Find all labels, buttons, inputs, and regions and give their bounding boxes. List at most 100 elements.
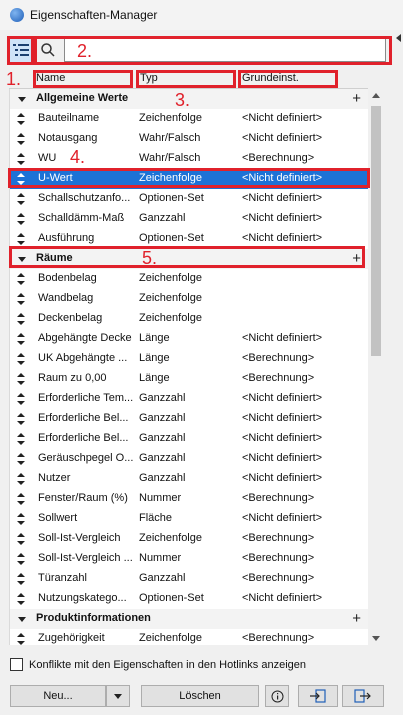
property-row[interactable]: Nutzer Ganzzahl <Nicht definiert>	[10, 469, 368, 489]
collapse-panel-arrow-icon[interactable]	[396, 34, 401, 42]
property-type: Länge	[139, 372, 170, 384]
sort-handle-icon[interactable]	[17, 413, 25, 425]
property-row[interactable]: Wandbelag Zeichenfolge	[10, 289, 368, 309]
group-header[interactable]: Produktinformationen +	[10, 609, 368, 629]
property-name: Schalldämm-Maß	[38, 212, 125, 224]
sort-handle-icon[interactable]	[17, 353, 25, 365]
property-type: Ganzzahl	[139, 392, 186, 404]
sort-handle-icon[interactable]	[17, 633, 25, 645]
property-row[interactable]: Raum zu 0,00 Länge <Berechnung>	[10, 369, 368, 389]
conflict-option[interactable]: Konflikte mit den Eigenschaften in den H…	[10, 658, 306, 671]
property-row[interactable]: Notausgang Wahr/Falsch <Nicht definiert>	[10, 129, 368, 149]
property-row[interactable]: Geräuschpegel O... Ganzzahl <Nicht definie…	[10, 449, 368, 469]
import-icon	[310, 689, 326, 703]
sort-handle-icon[interactable]	[17, 293, 25, 305]
conflict-checkbox[interactable]	[10, 658, 23, 671]
sort-handle-icon[interactable]	[17, 393, 25, 405]
title-bar: Eigenschaften-Manager	[0, 0, 403, 30]
property-name: Nutzer	[38, 472, 71, 484]
property-name: Erforderliche Bel...	[38, 432, 129, 444]
new-dropdown-button[interactable]	[106, 685, 130, 707]
property-row[interactable]: Erforderliche Tem... Ganzzahl <Nicht defin…	[10, 389, 368, 409]
add-property-icon[interactable]: +	[352, 90, 361, 107]
sort-handle-icon[interactable]	[17, 433, 25, 445]
property-row[interactable]: Schalldämm-Maß Ganzzahl <Nicht definiert>	[10, 209, 368, 229]
import-button[interactable]	[298, 685, 338, 707]
annotation-label-1: 1.	[6, 69, 22, 89]
property-type: Optionen-Set	[139, 192, 204, 204]
property-name: Zugehörigkeit	[38, 632, 105, 644]
property-name: Bodenbelag	[38, 272, 97, 284]
property-row[interactable]: Soll-Ist-Vergleich Zeichenfolge <Berechnun…	[10, 529, 368, 549]
app-icon	[10, 8, 24, 22]
property-row[interactable]: Sollwert Fläche <Nicht definiert>	[10, 509, 368, 529]
sort-handle-icon[interactable]	[17, 453, 25, 465]
annotation-box-5	[9, 246, 365, 268]
sort-handle-icon[interactable]	[17, 373, 25, 385]
annotation-box-name	[33, 70, 133, 88]
property-row[interactable]: Erforderliche Bel... Ganzzahl <Nicht defin…	[10, 409, 368, 429]
annotation-label-4: 4.	[70, 147, 86, 167]
scroll-down-icon[interactable]	[372, 636, 380, 641]
collapse-triangle-icon[interactable]	[18, 617, 26, 622]
sort-handle-icon[interactable]	[17, 313, 25, 325]
sort-handle-icon[interactable]	[17, 553, 25, 565]
sort-handle-icon[interactable]	[17, 133, 25, 145]
new-button[interactable]: Neu...	[10, 685, 106, 707]
sort-handle-icon[interactable]	[17, 493, 25, 505]
sort-handle-icon[interactable]	[17, 333, 25, 345]
sort-handle-icon[interactable]	[17, 233, 25, 245]
delete-button[interactable]: Löschen	[141, 685, 259, 707]
property-default: <Nicht definiert>	[242, 392, 323, 404]
info-button[interactable]	[265, 685, 289, 707]
property-row[interactable]: UK Abgehängte ... Länge <Berechnung>	[10, 349, 368, 369]
property-row[interactable]: Zugehörigkeit Zeichenfolge <Berechnung>	[10, 629, 368, 645]
property-type: Zeichenfolge	[139, 272, 202, 284]
sort-handle-icon[interactable]	[17, 193, 25, 205]
sort-handle-icon[interactable]	[17, 533, 25, 545]
sort-handle-icon[interactable]	[17, 473, 25, 485]
property-type: Zeichenfolge	[139, 292, 202, 304]
property-row[interactable]: Schallschutzanfo... Optionen-Set <Nicht de…	[10, 189, 368, 209]
property-type: Zeichenfolge	[139, 632, 202, 644]
property-row[interactable]: Nutzungskatego... Optionen-Set <Nicht defi…	[10, 589, 368, 609]
property-row[interactable]: WU Wahr/Falsch <Berechnung>	[10, 149, 368, 169]
scrollbar-thumb[interactable]	[371, 106, 381, 356]
property-type: Zeichenfolge	[139, 532, 202, 544]
property-row[interactable]: Fenster/Raum (%) Nummer <Berechnung>	[10, 489, 368, 509]
property-row[interactable]: Abgehängte Decke Länge <Nicht definiert>	[10, 329, 368, 349]
collapse-triangle-icon[interactable]	[18, 97, 26, 102]
sort-handle-icon[interactable]	[17, 153, 25, 165]
property-default: <Nicht definiert>	[242, 192, 323, 204]
vertical-scrollbar[interactable]	[368, 89, 384, 645]
annotation-label-3: 3.	[175, 90, 191, 110]
sort-handle-icon[interactable]	[17, 273, 25, 285]
group-name: Produktinformationen	[36, 612, 151, 624]
add-property-icon[interactable]: +	[352, 610, 361, 627]
sort-handle-icon[interactable]	[17, 573, 25, 585]
scroll-up-icon[interactable]	[372, 93, 380, 98]
group-name: Allgemeine Werte	[36, 92, 129, 104]
sort-handle-icon[interactable]	[17, 113, 25, 125]
sort-handle-icon[interactable]	[17, 513, 25, 525]
property-default: <Nicht definiert>	[242, 132, 323, 144]
annotation-label-5: 5.	[142, 248, 158, 268]
property-row[interactable]: Deckenbelag Zeichenfolge	[10, 309, 368, 329]
property-row[interactable]: Erforderliche Bel... Ganzzahl <Nicht defin…	[10, 429, 368, 449]
property-default: <Berechnung>	[242, 152, 315, 164]
export-button[interactable]	[342, 685, 384, 707]
property-row[interactable]: Türanzahl Ganzzahl <Berechnung>	[10, 569, 368, 589]
property-type: Wahr/Falsch	[139, 132, 201, 144]
sort-handle-icon[interactable]	[17, 593, 25, 605]
property-type: Ganzzahl	[139, 212, 186, 224]
property-row[interactable]: Bodenbelag Zeichenfolge	[10, 269, 368, 289]
property-row[interactable]: Bauteilname Zeichenfolge <Nicht definiert>	[10, 109, 368, 129]
sort-handle-icon[interactable]	[17, 213, 25, 225]
property-name: Notausgang	[38, 132, 98, 144]
window-title: Eigenschaften-Manager	[30, 8, 158, 22]
annotation-box-default	[238, 70, 338, 88]
property-row[interactable]: Soll-Ist-Vergleich ... Nummer <Berechnung>	[10, 549, 368, 569]
property-name: UK Abgehängte ...	[38, 352, 128, 364]
chevron-down-icon	[114, 693, 122, 699]
property-type: Ganzzahl	[139, 432, 186, 444]
